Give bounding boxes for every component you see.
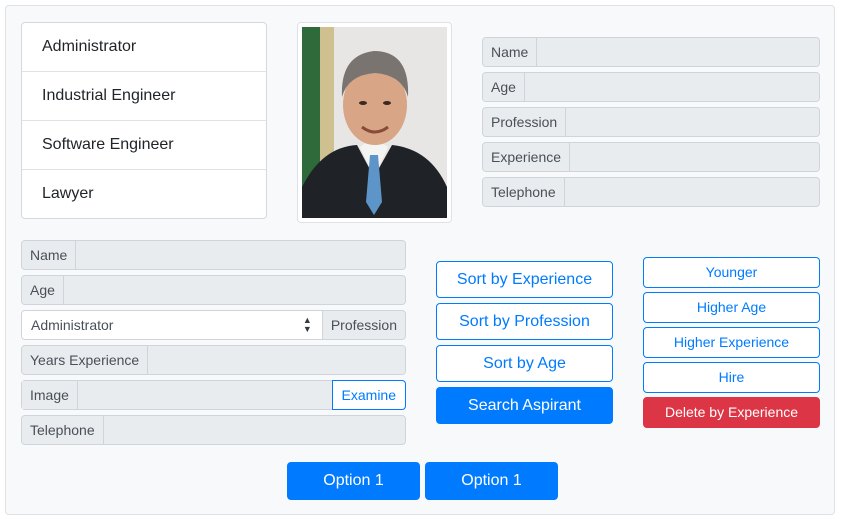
option-1-button[interactable]: Option 1 <box>287 462 420 500</box>
list-item[interactable]: Industrial Engineer <box>22 72 266 121</box>
image-file-input[interactable] <box>77 381 332 409</box>
detail-profession: Profession <box>482 107 820 137</box>
profession-select[interactable]: Administrator ▲ ▼ <box>22 311 322 339</box>
profession-label: Profession <box>321 311 405 339</box>
form-telephone: Telephone <box>21 415 406 445</box>
telephone-input[interactable] <box>103 416 405 444</box>
younger-button[interactable]: Younger <box>643 257 820 288</box>
detail-name: Name <box>482 37 820 67</box>
name-label: Name <box>22 241 77 269</box>
detail-experience-value <box>570 143 819 171</box>
list-item[interactable]: Administrator <box>22 23 266 72</box>
detail-telephone-label: Telephone <box>483 178 565 206</box>
years-experience-label: Years Experience <box>22 346 149 374</box>
form-age: Age <box>21 275 406 305</box>
detail-experience: Experience <box>482 142 820 172</box>
form-name: Name <box>21 240 406 270</box>
sort-by-profession-button[interactable]: Sort by Profession <box>436 303 613 340</box>
search-aspirant-button[interactable]: Search Aspirant <box>436 387 613 424</box>
detail-name-label: Name <box>483 38 538 66</box>
detail-experience-label: Experience <box>483 143 571 171</box>
option-2-button[interactable]: Option 1 <box>425 462 558 500</box>
detail-age-label: Age <box>483 73 525 101</box>
delete-by-experience-button[interactable]: Delete by Experience <box>643 397 820 428</box>
list-item[interactable]: Lawyer <box>22 170 266 218</box>
detail-telephone-value <box>564 178 819 206</box>
profession-list: Administrator Industrial Engineer Softwa… <box>21 22 267 219</box>
examine-button[interactable]: Examine <box>331 380 406 410</box>
image-label: Image <box>22 381 78 409</box>
form-profession: Administrator ▲ ▼ Profession <box>21 310 406 340</box>
telephone-label: Telephone <box>22 416 104 444</box>
detail-telephone: Telephone <box>482 177 820 207</box>
profession-select-value: Administrator <box>31 317 114 333</box>
name-input[interactable] <box>76 241 405 269</box>
detail-age-value <box>524 73 819 101</box>
detail-profession-value <box>566 108 819 136</box>
sort-by-experience-button[interactable]: Sort by Experience <box>436 261 613 298</box>
list-item[interactable]: Software Engineer <box>22 121 266 170</box>
detail-profession-label: Profession <box>483 108 567 136</box>
form-years-experience: Years Experience <box>21 345 406 375</box>
higher-age-button[interactable]: Higher Age <box>643 292 820 323</box>
age-input[interactable] <box>63 276 405 304</box>
years-experience-input[interactable] <box>148 346 405 374</box>
detail-name-value <box>537 38 819 66</box>
age-label: Age <box>22 276 64 304</box>
form-image: Image Examine <box>21 380 406 410</box>
select-arrows-icon: ▲ ▼ <box>302 315 312 334</box>
higher-experience-button[interactable]: Higher Experience <box>643 327 820 358</box>
detail-age: Age <box>482 72 820 102</box>
sort-by-age-button[interactable]: Sort by Age <box>436 345 613 382</box>
portrait-image <box>302 27 447 218</box>
candidate-photo <box>297 22 452 223</box>
hire-button[interactable]: Hire <box>643 362 820 393</box>
